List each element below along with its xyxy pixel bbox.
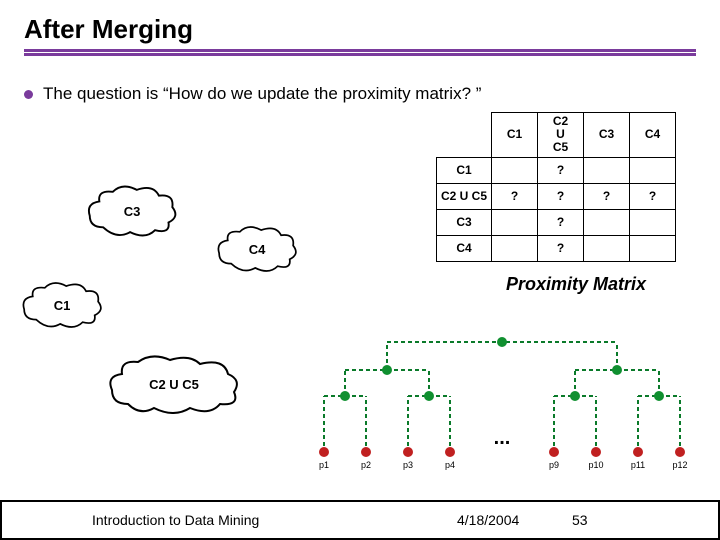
matrix-row-header: C1 (436, 157, 491, 183)
svg-text:p2: p2 (361, 460, 371, 470)
svg-text:p9: p9 (549, 460, 559, 470)
matrix-row-header: C3 (436, 209, 491, 235)
matrix-cell (492, 209, 538, 235)
svg-text:p3: p3 (403, 460, 413, 470)
matrix-cell: ? (492, 183, 538, 209)
bullet-text: The question is “How do we update the pr… (43, 84, 481, 104)
cluster-cloud-c4: C4 (214, 224, 300, 274)
matrix-cell (584, 235, 630, 261)
cluster-cloud-c3: C3 (84, 184, 180, 238)
matrix-cell: ? (630, 183, 676, 209)
matrix-cell (584, 209, 630, 235)
matrix-cell: ? (538, 183, 584, 209)
dendrogram-ellipsis: ... (494, 427, 511, 449)
cluster-label-c3: C3 (124, 204, 141, 219)
matrix-cell: ? (538, 209, 584, 235)
footer-date: 4/18/2004 (457, 512, 519, 528)
cluster-cloud-c1: C1 (19, 279, 105, 331)
matrix-cell (630, 157, 676, 183)
cluster-label-c1: C1 (54, 298, 71, 313)
matrix-cell (630, 209, 676, 235)
matrix-col-header: C3 (584, 113, 630, 158)
svg-text:p12: p12 (672, 460, 687, 470)
footer-left: Introduction to Data Mining (92, 512, 259, 528)
matrix-cell (584, 157, 630, 183)
bullet-line: The question is “How do we update the pr… (24, 84, 696, 104)
matrix-cell: ? (538, 157, 584, 183)
matrix-caption: Proximity Matrix (506, 274, 646, 295)
proximity-matrix-table: C1 C2 U C5 C3 C4 C1 ? C2 U C5 ? ? ? ? C3 (436, 112, 676, 262)
matrix-cell (492, 235, 538, 261)
svg-text:p4: p4 (445, 460, 455, 470)
cluster-cloud-c2uc5: C2 U C5 (104, 354, 244, 414)
dendrogram: ... p1 p2 p3 p4 p9 p10 p11 p12 (294, 324, 714, 474)
matrix-col-header: C4 (630, 113, 676, 158)
bullet-icon (24, 90, 33, 99)
svg-text:p1: p1 (319, 460, 329, 470)
matrix-row-header: C4 (436, 235, 491, 261)
slide-footer: Introduction to Data Mining 4/18/2004 53 (0, 500, 720, 540)
cluster-label-c2uc5: C2 U C5 (149, 377, 199, 392)
matrix-col-header: C2 U C5 (538, 113, 584, 158)
matrix-cell (630, 235, 676, 261)
svg-text:p10: p10 (588, 460, 603, 470)
divider-top (24, 49, 696, 52)
matrix-cell (492, 157, 538, 183)
footer-page-number: 53 (572, 512, 588, 528)
matrix-cell: ? (584, 183, 630, 209)
matrix-cell: ? (538, 235, 584, 261)
divider-bottom (24, 53, 696, 56)
page-title: After Merging (24, 14, 696, 45)
matrix-row-header: C2 U C5 (436, 183, 491, 209)
matrix-col-header: C1 (492, 113, 538, 158)
cluster-label-c4: C4 (249, 242, 266, 257)
svg-text:p11: p11 (631, 460, 645, 470)
